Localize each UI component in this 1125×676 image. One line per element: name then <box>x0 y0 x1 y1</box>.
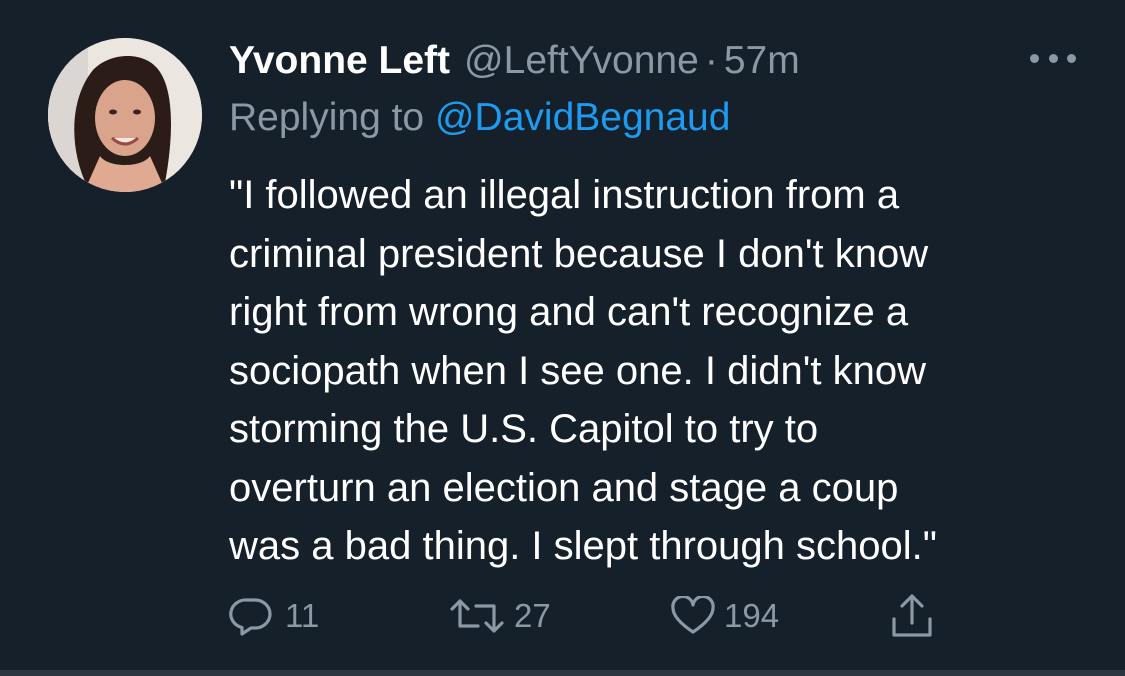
share-upload-icon <box>892 594 932 637</box>
tweet-text-line: criminal president because I don't know <box>229 231 929 276</box>
tweet-text-line: sociopath when I see one. I didn't know <box>229 348 926 393</box>
replying-to-label: Replying to <box>229 96 435 139</box>
heart-icon <box>671 596 715 634</box>
tweet-text-line: overturn an election and stage a coup <box>229 465 899 510</box>
replying-to-handle-link[interactable]: @DavidBegnaud <box>435 96 730 139</box>
share-button[interactable] <box>888 592 936 640</box>
tweet-header: Yvonne Left @LeftYvonne · 57m <box>229 36 800 86</box>
tweet-text-line: right from wrong and can't recognize a <box>229 290 909 334</box>
avatar-image <box>48 38 202 192</box>
reply-button[interactable]: 11 <box>227 592 319 640</box>
tweet-text-line: "I followed an illegal instruction from … <box>229 173 900 217</box>
tweet-actions: 11 27 194 <box>0 592 1125 640</box>
replying-to: Replying to @DavidBegnaud <box>229 94 730 142</box>
more-dots-icon[interactable] <box>1030 46 1076 70</box>
tweet-text-line: storming the U.S. Capitol to try to <box>229 407 819 451</box>
like-count: 194 <box>724 597 780 634</box>
retweet-arrows-icon <box>450 599 504 633</box>
tweet-text: "I followed an illegal instruction from … <box>229 166 1109 576</box>
tweet-text-line: was a bad thing. I slept through school.… <box>229 524 937 568</box>
display-name[interactable]: Yvonne Left <box>229 36 450 86</box>
speech-bubble-icon <box>229 598 272 636</box>
like-button[interactable]: 194 <box>670 592 779 640</box>
retweet-count: 27 <box>514 597 551 634</box>
timestamp[interactable]: 57m <box>724 36 800 86</box>
reply-count: 11 <box>285 597 320 634</box>
separator-dot: · <box>704 39 718 82</box>
user-handle[interactable]: @LeftYvonne <box>464 36 699 86</box>
tweet[interactable]: Yvonne Left @LeftYvonne · 57m Replying t… <box>0 0 1125 676</box>
divider <box>0 670 1125 676</box>
retweet-button[interactable]: 27 <box>448 592 551 640</box>
avatar[interactable] <box>48 38 202 192</box>
